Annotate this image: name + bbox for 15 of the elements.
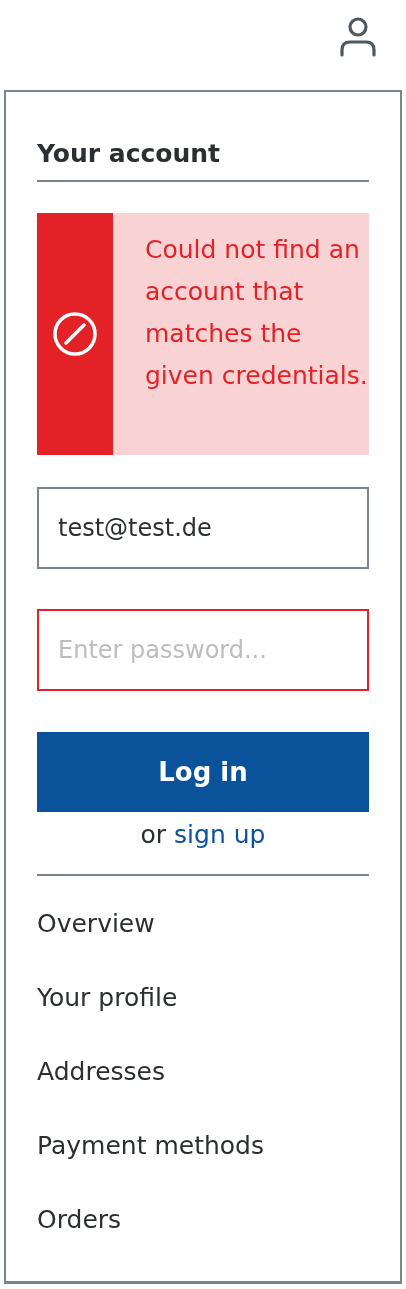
menu-link[interactable]: Addresses [37,1056,165,1086]
person-icon [338,15,378,57]
account-button[interactable] [338,15,378,57]
error-message: Could not find an account that matches the given credentials. [144,234,369,392]
email-field[interactable]: test@test.de [37,487,369,569]
or-text: or [140,820,167,849]
blocked-icon [52,311,98,357]
login-button[interactable]: Log in [37,732,369,812]
menu-link[interactable]: Payment methods [37,1130,264,1160]
menu-link[interactable]: Your profile [37,982,178,1012]
menu-link[interactable]: Overview [37,908,155,938]
menu-link[interactable]: Orders [37,1204,122,1234]
password-field[interactable]: Enter password... [37,609,369,691]
panel-title: Your account [37,92,369,182]
signup-link[interactable]: sign up [174,820,266,849]
